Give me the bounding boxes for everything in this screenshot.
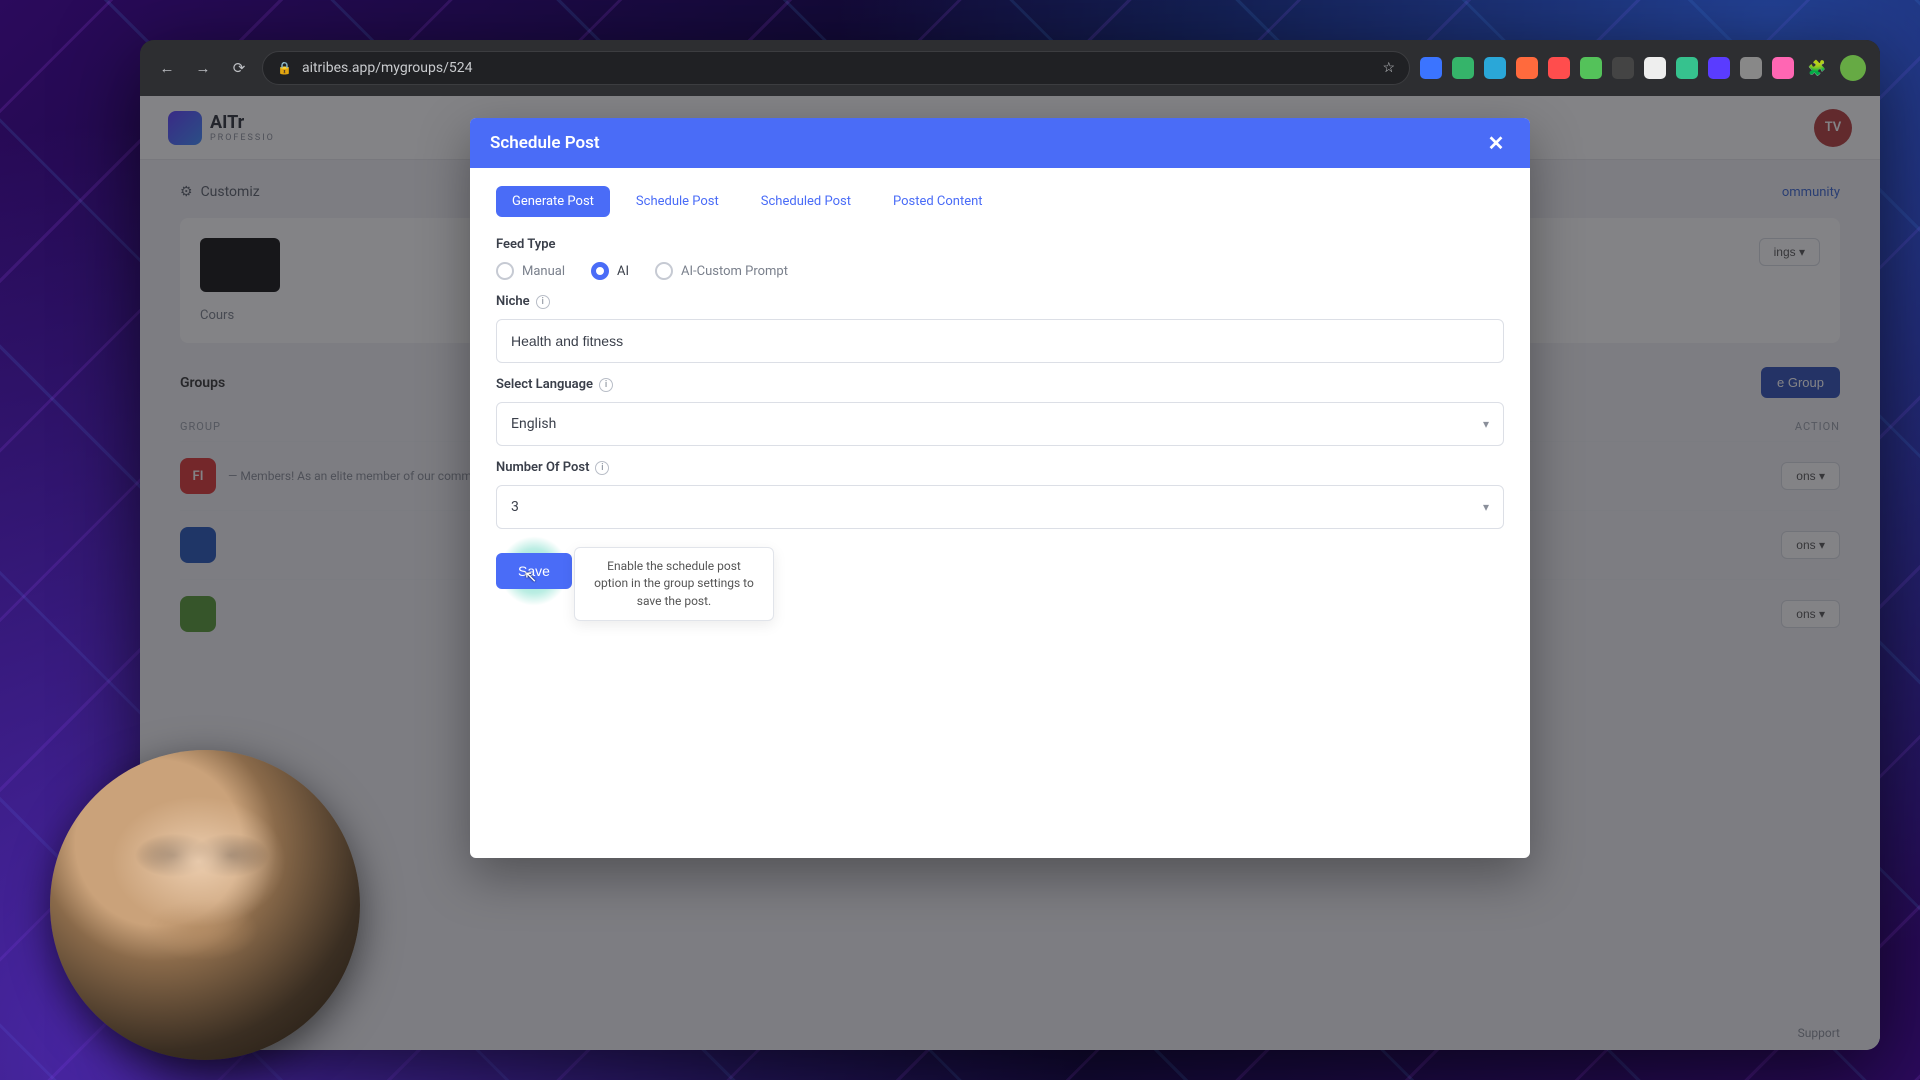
extension-icon[interactable] bbox=[1548, 57, 1570, 79]
extension-icon[interactable] bbox=[1676, 57, 1698, 79]
close-icon[interactable]: ✕ bbox=[1482, 129, 1510, 157]
modal-header: Schedule Post ✕ bbox=[470, 118, 1530, 168]
language-value: English bbox=[511, 416, 556, 432]
radio-dot-icon bbox=[591, 262, 609, 280]
modal-title: Schedule Post bbox=[490, 133, 600, 153]
feed-type-label: Feed Type bbox=[496, 237, 1504, 252]
numposts-value: 3 bbox=[511, 499, 519, 515]
forward-button[interactable]: → bbox=[190, 55, 216, 81]
extension-icon[interactable] bbox=[1484, 57, 1506, 79]
chevron-down-icon: ▾ bbox=[1483, 500, 1489, 514]
reload-button[interactable]: ⟳ bbox=[226, 55, 252, 81]
webcam-overlay bbox=[50, 750, 360, 1060]
radio-manual[interactable]: Manual bbox=[496, 262, 565, 280]
info-icon[interactable]: i bbox=[536, 295, 550, 309]
info-icon[interactable]: i bbox=[595, 461, 609, 475]
language-select[interactable]: English ▾ bbox=[496, 402, 1504, 446]
save-button-wrap: Save ↖ Enable the schedule post option i… bbox=[496, 553, 572, 589]
save-tooltip: Enable the schedule post option in the g… bbox=[574, 547, 774, 621]
tab-scheduled-post[interactable]: Scheduled Post bbox=[745, 186, 867, 217]
browser-window: ← → ⟳ 🔒 aitribes.app/mygroups/524 ☆ 🧩 bbox=[140, 40, 1880, 1050]
radio-dot-icon bbox=[655, 262, 673, 280]
extension-icon[interactable] bbox=[1612, 57, 1634, 79]
schedule-post-modal: Schedule Post ✕ Generate Post Schedule P… bbox=[470, 118, 1530, 858]
extension-icon[interactable] bbox=[1772, 57, 1794, 79]
url-text: aitribes.app/mygroups/524 bbox=[302, 60, 473, 76]
info-icon[interactable]: i bbox=[599, 378, 613, 392]
extension-icon[interactable] bbox=[1452, 57, 1474, 79]
tab-generate-post[interactable]: Generate Post bbox=[496, 186, 610, 217]
radio-ai[interactable]: AI bbox=[591, 262, 629, 280]
browser-toolbar: ← → ⟳ 🔒 aitribes.app/mygroups/524 ☆ 🧩 bbox=[140, 40, 1880, 96]
profile-avatar[interactable] bbox=[1840, 55, 1866, 81]
back-button[interactable]: ← bbox=[154, 55, 180, 81]
niche-input[interactable] bbox=[496, 319, 1504, 363]
numposts-label: Number Of Post i bbox=[496, 460, 1504, 475]
extension-icon[interactable] bbox=[1516, 57, 1538, 79]
star-icon[interactable]: ☆ bbox=[1382, 60, 1395, 76]
extension-icon[interactable] bbox=[1644, 57, 1666, 79]
language-label: Select Language i bbox=[496, 377, 1504, 392]
radio-dot-icon bbox=[496, 262, 514, 280]
numposts-select[interactable]: 3 ▾ bbox=[496, 485, 1504, 529]
chevron-down-icon: ▾ bbox=[1483, 417, 1489, 431]
tab-schedule-post[interactable]: Schedule Post bbox=[620, 186, 735, 217]
app-page: AITr PROFESSIO TV ⚙ Customiz ommunity in… bbox=[140, 96, 1880, 1050]
extensions-menu-icon[interactable]: 🧩 bbox=[1804, 55, 1830, 81]
cursor-icon: ↖ bbox=[524, 567, 537, 586]
extension-icon[interactable] bbox=[1580, 57, 1602, 79]
lock-icon: 🔒 bbox=[277, 61, 292, 75]
tab-posted-content[interactable]: Posted Content bbox=[877, 186, 999, 217]
modal-tabs: Generate Post Schedule Post Scheduled Po… bbox=[496, 186, 1504, 217]
niche-label: Niche i bbox=[496, 294, 1504, 309]
feed-type-radios: Manual AI AI-Custom Prompt bbox=[496, 262, 1504, 280]
extension-tray: 🧩 bbox=[1420, 55, 1866, 81]
extension-icon[interactable] bbox=[1420, 57, 1442, 79]
extension-icon[interactable] bbox=[1740, 57, 1762, 79]
radio-ai-custom[interactable]: AI-Custom Prompt bbox=[655, 262, 788, 280]
extension-icon[interactable] bbox=[1708, 57, 1730, 79]
address-bar[interactable]: 🔒 aitribes.app/mygroups/524 ☆ bbox=[262, 51, 1410, 85]
modal-body: Generate Post Schedule Post Scheduled Po… bbox=[470, 168, 1530, 858]
